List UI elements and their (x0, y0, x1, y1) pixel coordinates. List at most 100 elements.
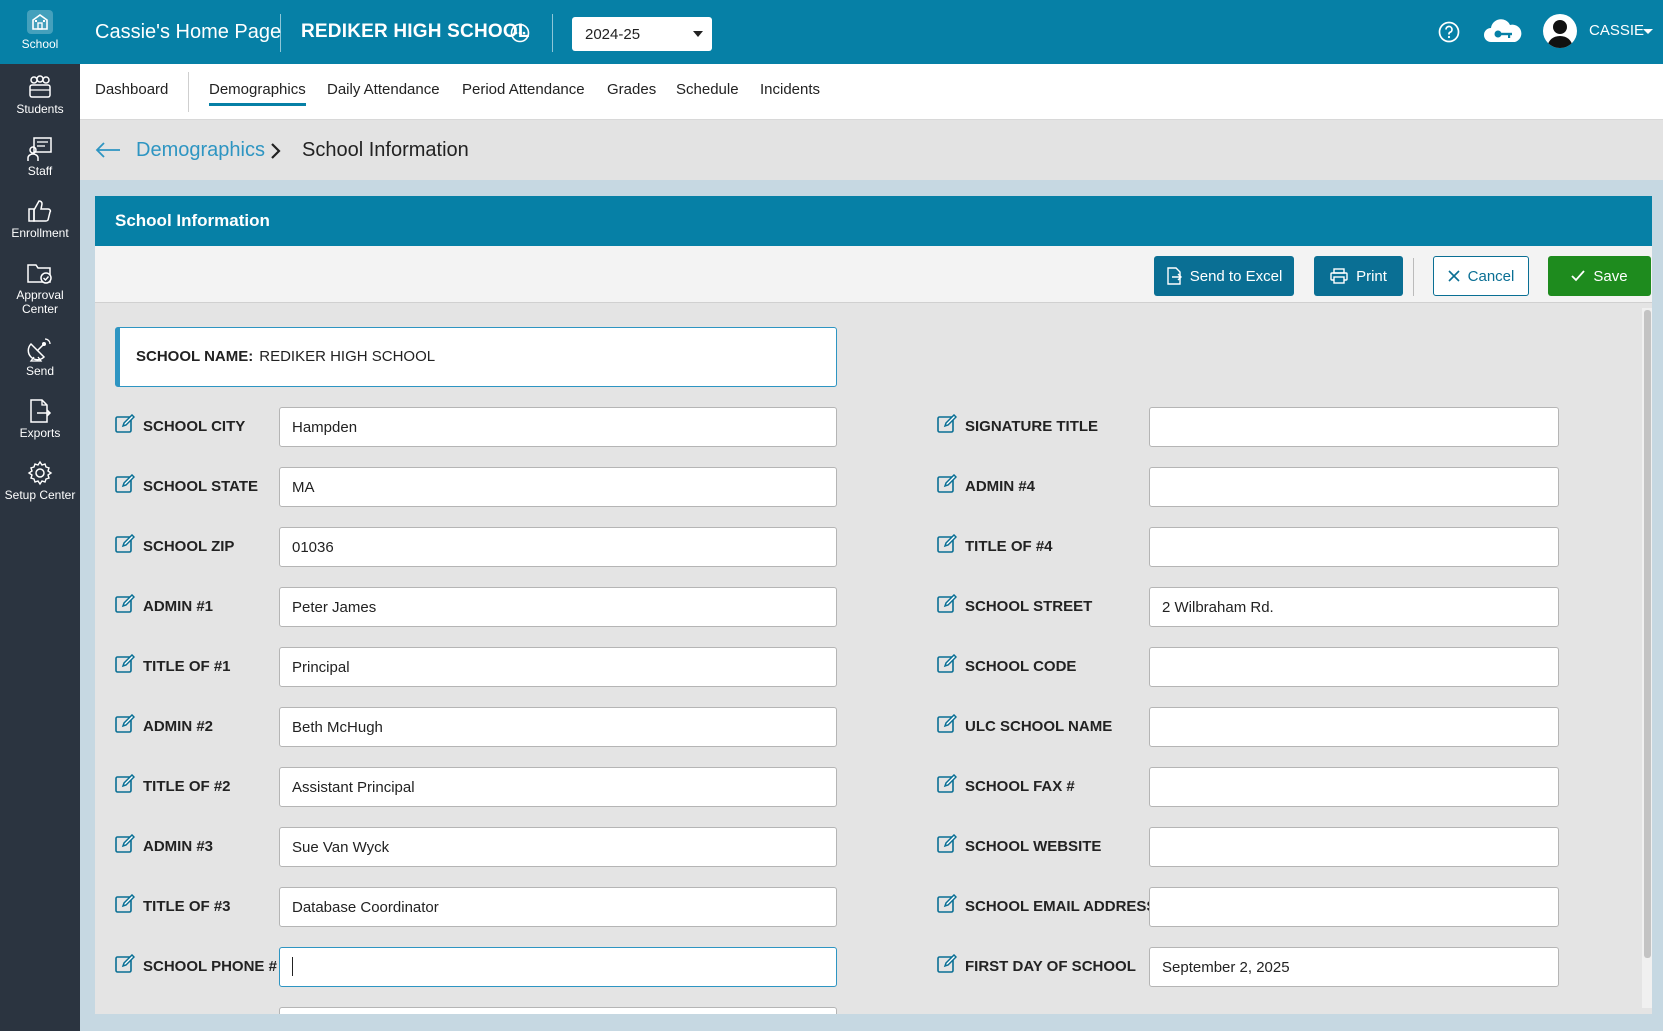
rail-item-enrollment[interactable]: Enrollment (0, 198, 80, 240)
school-email-input[interactable] (1149, 887, 1559, 927)
edit-icon[interactable] (115, 474, 135, 494)
first-day-input[interactable]: September 2, 2025 (1149, 947, 1559, 987)
field-label: FIRST DAY OF SCHOOL (965, 958, 1136, 975)
breadcrumb: Demographics School Information (80, 120, 1663, 180)
print-label: Print (1356, 267, 1387, 285)
title-of-3-input[interactable]: Database Coordinator (279, 887, 837, 927)
field-row-admin-2: ADMIN #2 Beth McHugh (115, 707, 837, 747)
rail-item-exports[interactable]: Exports (0, 398, 80, 440)
edit-icon[interactable] (937, 534, 957, 554)
divider (552, 14, 553, 52)
send-to-excel-button[interactable]: Send to Excel (1154, 256, 1294, 296)
toolbar: Send to Excel Print Cancel Save (95, 246, 1652, 303)
field-row-school-code: SCHOOL CODE (937, 647, 1559, 687)
field-row-school-website: SCHOOL WEBSITE (937, 827, 1559, 867)
edit-icon[interactable] (937, 594, 957, 614)
title-of-1-input[interactable]: Principal (279, 647, 837, 687)
back-arrow-icon[interactable] (95, 141, 121, 164)
admin-1-input[interactable]: Peter James (279, 587, 837, 627)
edit-icon[interactable] (115, 894, 135, 914)
school-street-input[interactable]: 2 Wilbraham Rd. (1149, 587, 1559, 627)
field-label: TITLE OF #1 (143, 658, 231, 675)
tab-grades[interactable]: Grades (607, 81, 656, 103)
more-options-icon[interactable] (510, 23, 530, 48)
edit-icon[interactable] (115, 534, 135, 554)
user-menu[interactable]: CASSIE (1589, 22, 1644, 39)
rail-item-setup-center[interactable]: Setup Center (0, 460, 80, 502)
rail-label: Approval Center (16, 288, 64, 316)
edit-icon[interactable] (115, 834, 135, 854)
tab-period-attendance[interactable]: Period Attendance (462, 81, 585, 103)
school-fax-input[interactable] (1149, 767, 1559, 807)
print-button[interactable]: Print (1314, 256, 1403, 296)
breadcrumb-demographics-link[interactable]: Demographics (136, 139, 265, 162)
tab-dashboard[interactable]: Dashboard (95, 81, 168, 103)
save-button[interactable]: Save (1548, 256, 1651, 296)
edit-icon[interactable] (937, 654, 957, 674)
edit-icon[interactable] (937, 714, 957, 734)
edit-icon[interactable] (115, 714, 135, 734)
school-city-input[interactable]: Hampden (279, 407, 837, 447)
ulc-school-name-input[interactable] (1149, 707, 1559, 747)
tab-incidents[interactable]: Incidents (760, 81, 820, 103)
avatar[interactable] (1543, 14, 1577, 48)
title-of-2-input[interactable]: Assistant Principal (279, 767, 837, 807)
cancel-button[interactable]: Cancel (1433, 256, 1529, 296)
rail-item-school[interactable]: School (0, 0, 80, 64)
school-year-value: 2024-25 (585, 26, 641, 43)
school-year-select[interactable]: 2024-25 (572, 17, 712, 51)
edit-icon[interactable] (115, 954, 135, 974)
admin-4-input[interactable] (1149, 467, 1559, 507)
school-state-input[interactable]: MA (279, 467, 837, 507)
card-header: School Information (95, 196, 1652, 246)
field-row-school-city: SCHOOL CITY Hampden (115, 407, 837, 447)
edit-icon[interactable] (937, 414, 957, 434)
edit-icon[interactable] (937, 774, 957, 794)
field-row-school-state: SCHOOL STATE MA (115, 467, 837, 507)
edit-icon[interactable] (937, 894, 957, 914)
signature-title-input[interactable] (1149, 407, 1559, 447)
rail-item-staff[interactable]: Staff (0, 136, 80, 178)
edit-icon[interactable] (115, 414, 135, 434)
send-to-excel-label: Send to Excel (1189, 267, 1283, 285)
edit-icon[interactable] (937, 474, 957, 494)
partial-input[interactable] (279, 1007, 837, 1014)
rail-label: Students (16, 102, 64, 116)
help-icon[interactable] (1438, 21, 1460, 48)
rail-item-approval-center[interactable]: Approval Center (0, 260, 80, 316)
title-of-4-input[interactable] (1149, 527, 1559, 567)
school-zip-input[interactable]: 01036 (279, 527, 837, 567)
chevron-down-icon (1643, 29, 1653, 34)
admin-2-input[interactable]: Beth McHugh (279, 707, 837, 747)
rail-item-send[interactable]: Send (0, 336, 80, 378)
edit-icon[interactable] (937, 834, 957, 854)
field-row-partial (115, 1007, 837, 1014)
school-phone-input[interactable] (279, 947, 837, 987)
tab-daily-attendance[interactable]: Daily Attendance (327, 81, 440, 103)
breadcrumb-current: School Information (302, 139, 469, 161)
export-file-icon (30, 399, 52, 423)
students-icon (29, 75, 51, 98)
edit-icon[interactable] (115, 774, 135, 794)
field-label: SCHOOL CODE (965, 658, 1077, 675)
tab-schedule[interactable]: Schedule (676, 81, 739, 103)
field-label: SCHOOL CITY (143, 418, 246, 435)
edit-icon[interactable] (937, 954, 957, 974)
edit-icon[interactable] (115, 654, 135, 674)
school-website-input[interactable] (1149, 827, 1559, 867)
field-label: ADMIN #1 (143, 598, 214, 615)
field-row-signature-title: SIGNATURE TITLE (937, 407, 1559, 447)
admin-3-input[interactable]: Sue Van Wyck (279, 827, 837, 867)
field-row-title-of-4: TITLE OF #4 (937, 527, 1559, 567)
home-page-link[interactable]: Cassie's Home Page (95, 21, 281, 44)
field-row-school-street: SCHOOL STREET 2 Wilbraham Rd. (937, 587, 1559, 627)
edit-icon[interactable] (115, 594, 135, 614)
scrollbar-thumb[interactable] (1644, 310, 1651, 958)
tab-demographics[interactable]: Demographics (209, 81, 306, 106)
folder-check-icon (27, 264, 52, 284)
field-label: SCHOOL ZIP (143, 538, 235, 555)
rail-item-students[interactable]: Students (0, 74, 80, 116)
cloud-key-icon[interactable] (1483, 17, 1523, 50)
school-code-input[interactable] (1149, 647, 1559, 687)
rail-label: Enrollment (11, 226, 69, 240)
